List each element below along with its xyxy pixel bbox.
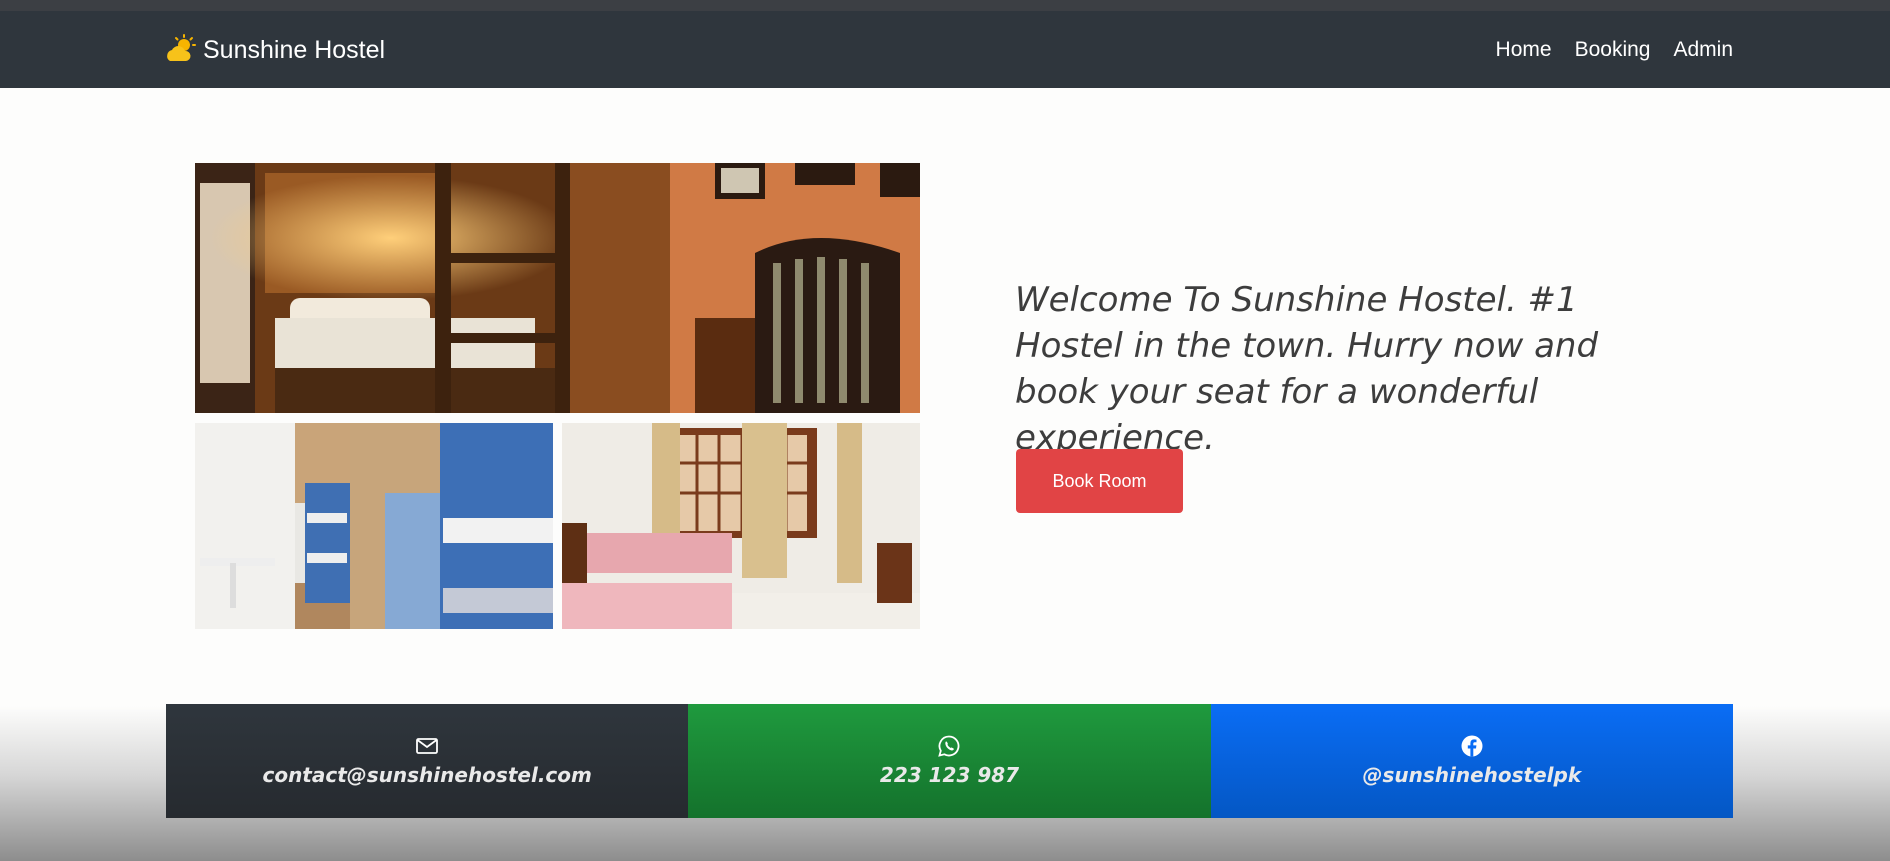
whatsapp-contact[interactable]: 223 123 987 — [688, 704, 1211, 818]
book-room-button[interactable]: Book Room — [1016, 449, 1183, 513]
twin-room-photo — [562, 423, 920, 629]
nav-home-link[interactable]: Home — [1496, 37, 1552, 63]
whatsapp-icon — [938, 735, 960, 757]
brand-name: Sunshine Hostel — [203, 36, 386, 64]
whatsapp-text: 223 123 987 — [879, 763, 1020, 787]
dorm-room-photo — [195, 423, 553, 629]
bunk-room-photo — [195, 163, 920, 413]
navbar: Sunshine Hostel Home Booking Admin — [0, 11, 1890, 88]
email-contact[interactable]: contact@sunshinehostel.com — [166, 704, 689, 818]
contact-bar: contact@sunshinehostel.com 223 123 987 @… — [166, 704, 1733, 818]
envelope-icon — [416, 738, 439, 754]
sun-behind-cloud-icon — [167, 34, 196, 61]
window-top-strip — [0, 0, 1890, 11]
hero-section: Welcome To Sunshine Hostel. #1 Hostel in… — [1015, 277, 1675, 461]
nav-admin-link[interactable]: Admin — [1673, 37, 1733, 63]
nav-links: Home Booking Admin — [1496, 37, 1733, 63]
photo-gallery — [195, 163, 920, 629]
hero-headline: Welcome To Sunshine Hostel. #1 Hostel in… — [1015, 280, 1599, 458]
brand-link[interactable]: Sunshine Hostel — [165, 34, 386, 65]
nav-booking-link[interactable]: Booking — [1575, 37, 1651, 63]
facebook-text: @sunshinehostelpk — [1362, 763, 1582, 787]
email-text: contact@sunshinehostel.com — [262, 763, 592, 787]
facebook-icon — [1461, 735, 1483, 757]
facebook-contact[interactable]: @sunshinehostelpk — [1210, 704, 1733, 818]
